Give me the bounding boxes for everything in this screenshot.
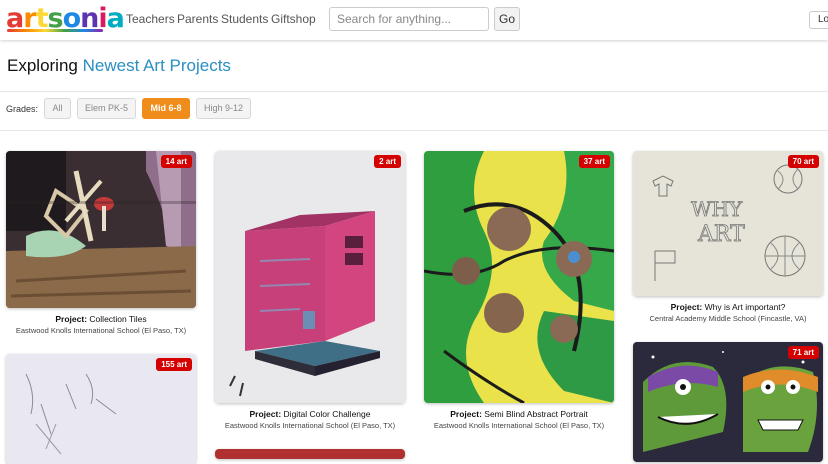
grade-filter-elem[interactable]: Elem PK-5 xyxy=(77,98,136,119)
project-thumbnail[interactable]: WHY ART 70 art xyxy=(633,151,823,296)
artwork-image xyxy=(633,342,823,462)
divider xyxy=(0,130,828,131)
project-name: Digital Color Challenge xyxy=(283,409,371,419)
search-input[interactable] xyxy=(329,7,489,31)
project-card[interactable]: 2 art Project: Digital Color Challenge E… xyxy=(215,151,405,431)
school-name[interactable]: Eastwood Knolls International School (El… xyxy=(424,421,614,430)
art-count-badge: 155 art xyxy=(156,358,192,371)
project-title[interactable]: Project: Why is Art important? xyxy=(633,302,823,312)
project-thumbnail[interactable]: 14 art xyxy=(6,151,196,308)
art-count-badge: 71 art xyxy=(787,346,819,359)
page-title-prefix: Exploring xyxy=(7,56,78,75)
grades-label: Grades: xyxy=(6,104,39,114)
project-label: Project: xyxy=(249,409,282,419)
newest-art-projects-link[interactable]: Newest Art Projects xyxy=(83,56,231,75)
project-thumbnail[interactable]: 71 art xyxy=(633,342,823,462)
project-thumbnail[interactable]: 37 art xyxy=(424,151,614,403)
nav-giftshop[interactable]: Giftshop xyxy=(271,12,316,26)
project-card[interactable]: 14 art Project: Collection Tiles Eastwoo… xyxy=(6,151,196,336)
project-thumbnail[interactable] xyxy=(215,449,405,459)
project-card[interactable] xyxy=(215,449,405,459)
nav-students[interactable]: Students xyxy=(221,12,268,26)
artwork-image xyxy=(215,151,405,403)
login-button[interactable]: Log xyxy=(809,11,828,29)
project-label: Project: xyxy=(55,314,88,324)
project-card[interactable]: 155 art xyxy=(6,354,196,464)
go-button[interactable]: Go xyxy=(494,7,520,31)
project-title[interactable]: Project: Collection Tiles xyxy=(6,314,196,324)
art-count-badge: 70 art xyxy=(787,155,819,168)
artwork-image xyxy=(6,151,196,308)
project-card[interactable]: 37 art Project: Semi Blind Abstract Port… xyxy=(424,151,614,431)
artwork-text: WHY xyxy=(691,197,743,221)
nav-teachers[interactable]: Teachers xyxy=(126,12,175,26)
artwork-text: ART xyxy=(697,222,745,247)
page-title: Exploring Newest Art Projects xyxy=(7,56,231,76)
project-name: Semi Blind Abstract Portrait xyxy=(484,409,588,419)
nav-parents[interactable]: Parents xyxy=(177,12,218,26)
artwork-image: WHY ART xyxy=(633,151,823,296)
grade-filter-high[interactable]: High 9-12 xyxy=(196,98,251,119)
top-navigation-bar: artsonia Teachers Parents Students Gifts… xyxy=(0,0,828,40)
project-thumbnail[interactable]: 2 art xyxy=(215,151,405,403)
art-count-badge: 2 art xyxy=(374,155,401,168)
project-title[interactable]: Project: Semi Blind Abstract Portrait xyxy=(424,409,614,419)
project-thumbnail[interactable]: 155 art xyxy=(6,354,196,464)
project-name: Collection Tiles xyxy=(89,314,147,324)
divider xyxy=(0,91,828,92)
project-label: Project: xyxy=(450,409,482,419)
school-name[interactable]: Eastwood Knolls International School (El… xyxy=(215,421,405,430)
art-count-badge: 14 art xyxy=(160,155,192,168)
project-name: Why is Art important? xyxy=(704,302,786,312)
project-label: Project: xyxy=(670,302,703,312)
project-card[interactable]: WHY ART 70 art Project: Why is Art impor… xyxy=(633,151,823,326)
school-name[interactable]: Central Academy Middle School (Fincastle… xyxy=(633,314,823,323)
grade-filter-mid[interactable]: Mid 6-8 xyxy=(142,98,190,119)
project-card[interactable]: 71 art xyxy=(633,342,823,462)
school-name[interactable]: Eastwood Knolls International School (El… xyxy=(6,326,196,335)
artwork-image xyxy=(424,151,614,403)
art-count-badge: 37 art xyxy=(578,155,610,168)
project-title[interactable]: Project: Digital Color Challenge xyxy=(215,409,405,419)
grade-filter-all[interactable]: All xyxy=(44,98,71,119)
logo-underline xyxy=(7,29,103,32)
